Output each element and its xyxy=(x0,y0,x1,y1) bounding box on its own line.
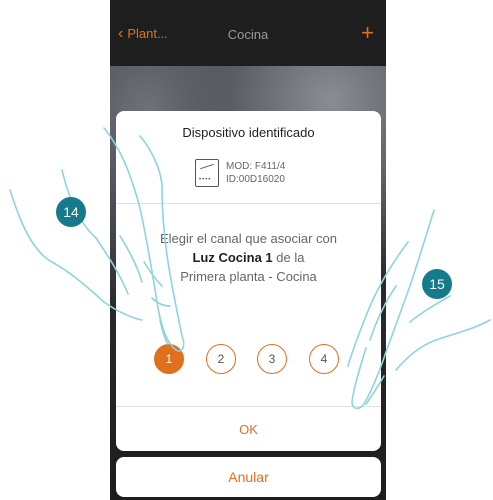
dialog-header: Dispositivo identificado •••• MOD: F411/… xyxy=(116,111,381,204)
device-info: MOD: F411/4 ID:00D16020 xyxy=(226,160,285,186)
page-title: Cocina xyxy=(227,27,269,42)
step-badge-14: 14 xyxy=(56,197,86,227)
device-model: MOD: F411/4 xyxy=(226,161,286,172)
message-suffix: de la xyxy=(276,250,305,265)
dialog-title: Dispositivo identificado xyxy=(182,125,315,140)
message-prefix: Elegir el canal que asociar con xyxy=(159,231,338,246)
app-bar: ‹ Plant... Cocina + xyxy=(110,0,386,66)
device-identified-dialog: Dispositivo identificado •••• MOD: F411/… xyxy=(116,111,381,451)
step-badge-15: 15 xyxy=(422,269,452,299)
channel-button-4[interactable]: 4 xyxy=(309,344,339,374)
cancel-button[interactable]: Anular xyxy=(116,457,381,497)
dialog-message: Elegir el canal que asociar con Luz Coci… xyxy=(116,229,381,286)
channel-button-3[interactable]: 3 xyxy=(257,344,287,374)
device-id: ID:00D16020 xyxy=(226,174,285,185)
channel-selector: 1 2 3 4 xyxy=(154,344,354,374)
message-location: Primera planta - Cocina xyxy=(180,269,317,284)
device-name: Luz Cocina 1 xyxy=(192,250,273,265)
channel-button-2[interactable]: 2 xyxy=(206,344,236,374)
switch-device-icon: •••• xyxy=(195,159,219,187)
channel-button-1[interactable]: 1 xyxy=(154,344,184,374)
ok-button[interactable]: OK xyxy=(116,406,381,451)
add-icon[interactable]: + xyxy=(361,20,374,46)
